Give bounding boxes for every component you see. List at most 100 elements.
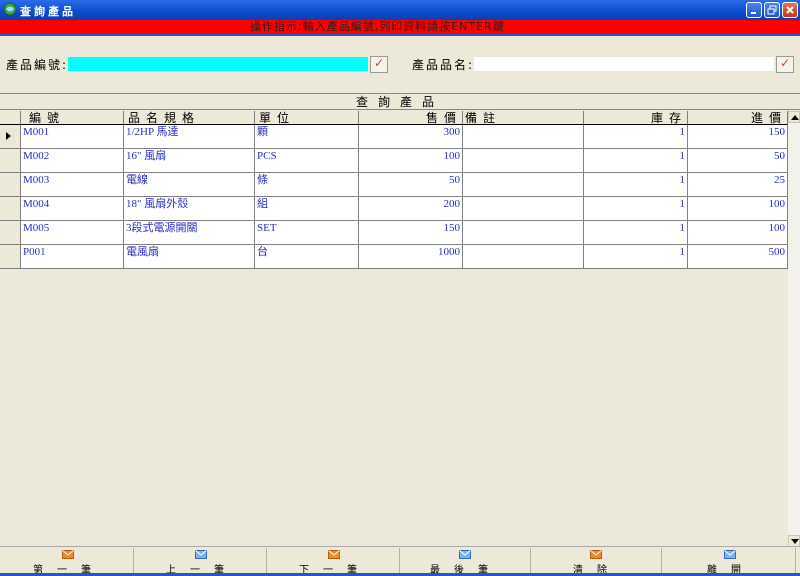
arrow-up-icon [791,115,799,120]
cell-stock[interactable]: 1 [584,197,688,221]
exit-button[interactable]: 離開 [666,548,796,576]
cell-cost[interactable]: 150 [688,125,788,149]
cell-spec[interactable]: 1/2HP 馬達 [124,125,255,149]
cell-cost[interactable]: 100 [688,197,788,221]
cell-stock[interactable]: 1 [584,173,688,197]
product-code-input[interactable] [68,57,368,71]
product-grid[interactable]: 查詢產品 編號 品名規格 單位 售價 備註 庫存 進價 M001 1/2HP 馬… [0,93,800,547]
cell-cost[interactable]: 25 [688,173,788,197]
row-indicator[interactable] [0,221,21,245]
clear-button[interactable]: 清除 [532,548,662,576]
product-name-label: 產品品名: [412,58,475,72]
cell-price[interactable]: 1000 [359,245,463,269]
cell-code[interactable]: M004 [21,197,124,221]
envelope-blue-icon [724,550,736,559]
navigation-toolbar: 第一筆 上一筆 下一筆 最後筆 清除 離開 [0,546,800,576]
cell-stock[interactable]: 1 [584,245,688,269]
cell-spec[interactable]: 電風扇 [124,245,255,269]
product-code-label: 產品編號: [6,58,69,72]
cell-code[interactable]: M001 [21,125,124,149]
previous-record-button[interactable]: 上一筆 [137,548,267,576]
table-row[interactable]: M002 16" 風扇 PCS 100 1 50 [0,149,788,173]
column-header-stock[interactable]: 庫存 [584,111,688,125]
table-row[interactable]: M001 1/2HP 馬達 顆 300 1 150 [0,125,788,149]
close-button[interactable] [782,2,798,18]
instruction-text: 操作指示:輸入產品編號,列印資料請按ENTER鍵 [250,20,505,33]
column-header-unit[interactable]: 單位 [255,111,359,125]
column-header-code[interactable]: 編號 [21,111,124,125]
cell-spec[interactable]: 3段式電源開關 [124,221,255,245]
last-record-button[interactable]: 最後筆 [401,548,531,576]
row-indicator[interactable] [0,245,21,269]
column-header-cost[interactable]: 進價 [688,111,788,125]
cell-spec[interactable]: 電線 [124,173,255,197]
row-indicator-header [0,111,21,125]
cell-cost[interactable]: 500 [688,245,788,269]
cell-price[interactable]: 100 [359,149,463,173]
cell-note[interactable] [463,125,584,149]
grid-header: 編號 品名規格 單位 售價 備註 庫存 進價 [0,111,788,125]
table-row[interactable]: M005 3段式電源開關 SET 150 1 100 [0,221,788,245]
app-icon [3,2,17,16]
cell-unit[interactable]: 台 [255,245,359,269]
checkmark-icon: ✓ [780,56,791,70]
minimize-button[interactable] [746,2,762,18]
envelope-orange-icon [328,550,340,559]
cell-note[interactable] [463,197,584,221]
cell-code[interactable]: M003 [21,173,124,197]
divider [0,34,800,36]
cell-unit[interactable]: 條 [255,173,359,197]
cell-note[interactable] [463,149,584,173]
product-code-dropdown-button[interactable]: ✓ [370,56,388,73]
cell-spec[interactable]: 16" 風扇 [124,149,255,173]
cell-stock[interactable]: 1 [584,125,688,149]
cell-cost[interactable]: 100 [688,221,788,245]
cell-price[interactable]: 200 [359,197,463,221]
first-record-button[interactable]: 第一筆 [4,548,134,576]
cell-price[interactable]: 300 [359,125,463,149]
column-header-spec[interactable]: 品名規格 [124,111,255,125]
column-header-price[interactable]: 售價 [359,111,463,125]
cell-price[interactable]: 150 [359,221,463,245]
cell-unit[interactable]: 顆 [255,125,359,149]
cell-cost[interactable]: 50 [688,149,788,173]
arrow-down-icon [791,539,799,544]
cell-unit[interactable]: SET [255,221,359,245]
scroll-up-button[interactable] [788,111,800,123]
cell-price[interactable]: 50 [359,173,463,197]
row-indicator[interactable] [0,197,21,221]
row-indicator[interactable] [0,149,21,173]
checkmark-icon: ✓ [374,56,385,70]
current-row-arrow-icon [6,132,11,140]
product-name-dropdown-button[interactable]: ✓ [776,56,794,73]
cell-note[interactable] [463,173,584,197]
table-row[interactable]: M003 電線 條 50 1 25 [0,173,788,197]
cell-unit[interactable]: PCS [255,149,359,173]
cell-unit[interactable]: 組 [255,197,359,221]
title-bar: 查詢產品 [0,0,800,20]
envelope-orange-icon [590,550,602,559]
table-row[interactable]: M004 18" 風扇外殼 組 200 1 100 [0,197,788,221]
cell-stock[interactable]: 1 [584,149,688,173]
restore-button[interactable] [764,2,780,18]
product-name-input[interactable] [474,57,774,71]
row-indicator[interactable] [0,173,21,197]
cell-note[interactable] [463,221,584,245]
cell-spec[interactable]: 18" 風扇外殼 [124,197,255,221]
window-title: 查詢產品 [20,5,76,18]
cell-stock[interactable]: 1 [584,221,688,245]
vertical-scrollbar[interactable] [788,111,800,547]
cell-code[interactable]: M002 [21,149,124,173]
cell-code[interactable]: M005 [21,221,124,245]
next-record-button[interactable]: 下一筆 [270,548,400,576]
grid-caption: 查詢產品 [0,94,800,110]
column-header-note[interactable]: 備註 [463,111,584,125]
instruction-bar: 操作指示:輸入產品編號,列印資料請按ENTER鍵 [0,20,800,34]
table-row[interactable]: P001 電風扇 台 1000 1 500 [0,245,788,269]
cell-note[interactable] [463,245,584,269]
envelope-blue-icon [459,550,471,559]
row-indicator[interactable] [0,125,21,149]
envelope-orange-icon [62,550,74,559]
envelope-blue-icon [195,550,207,559]
cell-code[interactable]: P001 [21,245,124,269]
